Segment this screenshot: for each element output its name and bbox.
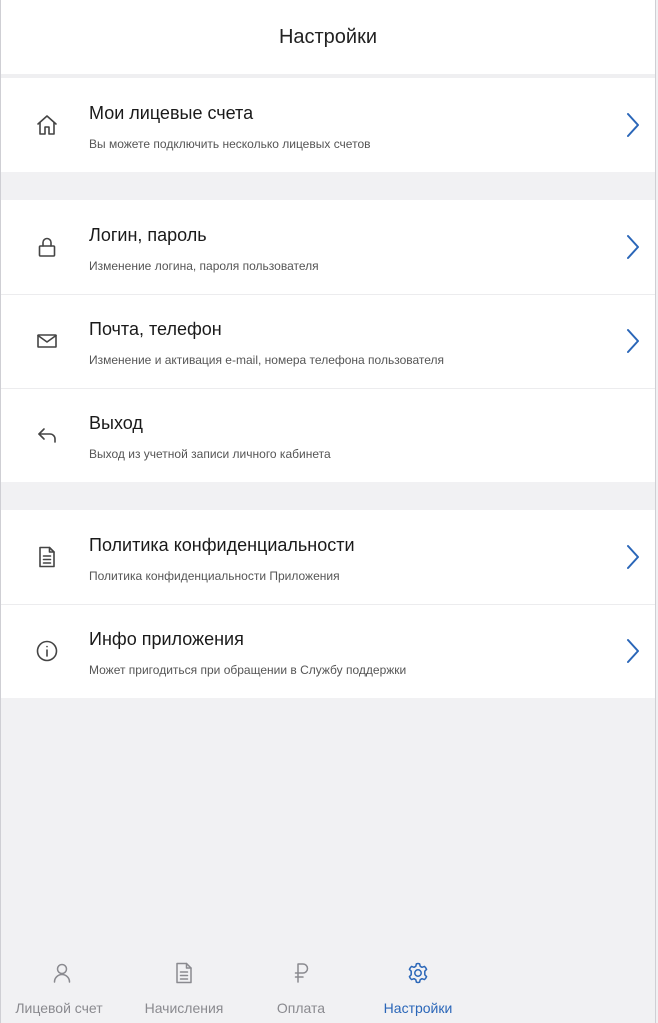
item-title: Логин, пароль [89,224,207,245]
lock-icon [1,235,89,259]
settings-item-login-password[interactable]: Логин, пароль Изменение логина, пароля п… [1,200,655,294]
item-title: Политика конфиденциальности [89,534,355,555]
item-title: Инфо приложения [89,628,244,649]
item-subtitle: Вы можете подключить несколько лицевых с… [89,136,371,151]
tab-account[interactable]: Лицевой счет [1,953,123,1023]
gear-icon [406,961,430,990]
tab-payment[interactable]: Оплата [245,953,357,1023]
item-subtitle: Политика конфиденциальности Приложения [89,568,340,583]
item-title: Выход [89,412,143,433]
item-title: Почта, телефон [89,318,222,339]
group-separator [1,482,655,510]
document-icon [172,961,196,990]
settings-item-privacy-policy[interactable]: Политика конфиденциальности Политика кон… [1,510,655,604]
ruble-icon [289,961,313,990]
person-icon [50,961,74,990]
tab-settings[interactable]: Настройки [357,953,479,1023]
item-subtitle: Может пригодиться при обращении в Службу… [89,662,407,677]
tab-label: Лицевой счет [15,1000,103,1016]
chevron-right-icon [611,544,655,570]
item-subtitle: Выход из учетной записи личного кабинета [89,446,331,461]
item-title: Мои лицевые счета [89,102,254,123]
settings-screen: Настройки Мои лицевые счета Вы можете по… [0,0,656,1023]
settings-group-accounts: Мои лицевые счета Вы можете подключить н… [1,78,655,172]
mail-icon [1,329,89,353]
document-icon [1,545,89,569]
page-title: Настройки [278,25,378,48]
item-subtitle: Изменение логина, пароля пользователя [89,258,319,273]
chevron-right-icon [611,112,655,138]
chevron-right-icon [611,328,655,354]
tab-label: Оплата [276,1000,326,1016]
header: Настройки [1,0,655,78]
settings-group-about: Политика конфиденциальности Политика кон… [1,510,655,698]
settings-item-logout[interactable]: Выход Выход из учетной записи личного ка… [1,388,655,482]
settings-group-profile: Логин, пароль Изменение логина, пароля п… [1,200,655,482]
chevron-right-icon [611,638,655,664]
tab-label: Настройки [383,1000,453,1016]
bottom-tab-bar: Лицевой счет Начисления Оплата Настройки [1,953,655,1023]
info-icon [1,639,89,663]
group-separator [1,172,655,200]
home-icon [1,113,89,137]
item-subtitle: Изменение и активация e-mail, номера тел… [89,352,445,367]
tab-charges[interactable]: Начисления [123,953,245,1023]
settings-item-email-phone[interactable]: Почта, телефон Изменение и активация e-m… [1,294,655,388]
settings-item-app-info[interactable]: Инфо приложения Может пригодиться при об… [1,604,655,698]
logout-arrow-icon [1,423,89,447]
tab-label: Начисления [144,1000,224,1016]
chevron-right-icon [611,234,655,260]
settings-item-accounts[interactable]: Мои лицевые счета Вы можете подключить н… [1,78,655,172]
